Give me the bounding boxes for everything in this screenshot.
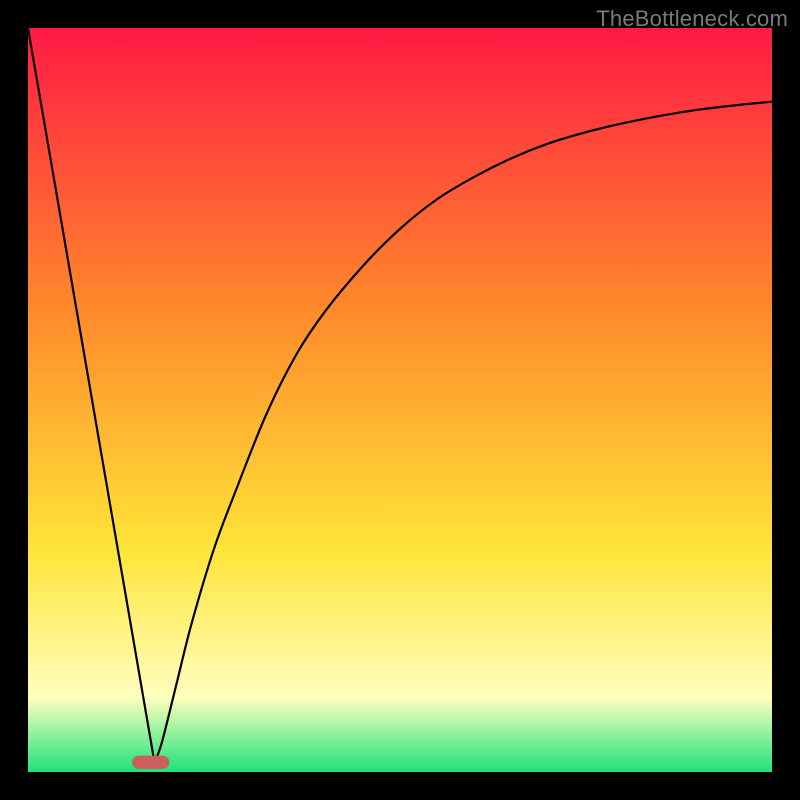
- min-marker: [132, 756, 169, 769]
- gradient-background: [28, 28, 772, 772]
- attribution-text: TheBottleneck.com: [596, 6, 788, 32]
- plot-area: [28, 28, 772, 772]
- chart-frame: TheBottleneck.com: [0, 0, 800, 800]
- chart-svg: [28, 28, 772, 772]
